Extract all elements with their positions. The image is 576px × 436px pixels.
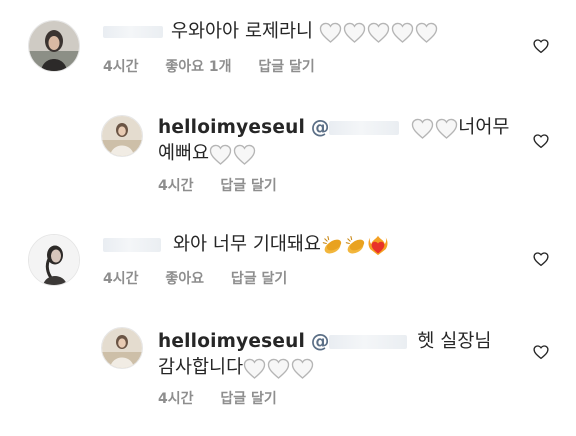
white-heart-emoji [209, 144, 232, 165]
comment-text-line: helloimyeseul @ 헷 실장님 [158, 330, 491, 354]
white-heart-emoji [291, 358, 314, 379]
comment-time: 4시간 [103, 271, 139, 287]
clapping-hands-emoji [344, 235, 367, 255]
comment-time: 4시간 [158, 178, 194, 194]
avatar[interactable] [101, 327, 143, 369]
comment-meta: 4시간 좋아요 답글 달기 [103, 270, 309, 288]
blurred-mention[interactable] [329, 335, 408, 349]
white-heart-emoji [435, 118, 458, 139]
white-heart-emoji [411, 118, 434, 139]
username[interactable]: helloimyeseul [158, 117, 305, 138]
comment-meta: 4시간 답글 달기 [158, 177, 299, 195]
comment-text-line: 와아 너무 기대돼요 [103, 233, 389, 257]
comment-text: 와아 너무 기대돼요 [173, 234, 321, 255]
likes-count[interactable]: 좋아요 1개 [165, 59, 231, 75]
comment-meta: 4시간 좋아요 1개 답글 달기 [103, 58, 337, 76]
reply-button[interactable]: 답글 달기 [220, 391, 276, 407]
blurred-mention[interactable] [329, 121, 400, 135]
reply-button[interactable]: 답글 달기 [258, 59, 314, 75]
username[interactable]: helloimyeseul [158, 331, 305, 352]
mention[interactable]: @ [311, 116, 330, 140]
comment-text-line: helloimyeseul @ 너어무 [158, 116, 509, 140]
comment-text: 헷 실장님 [417, 331, 492, 352]
avatar[interactable] [28, 20, 80, 72]
mention[interactable]: @ [311, 330, 330, 354]
white-hearts [243, 358, 314, 379]
avatar[interactable] [28, 234, 80, 286]
comment-text: 우와아아 로제라니 [171, 21, 314, 42]
white-hearts [209, 144, 256, 165]
white-heart-emoji [343, 22, 366, 43]
comment-text-line: 우와아아 로제라니 [103, 20, 438, 44]
blurred-username[interactable] [103, 26, 163, 38]
heart-outline-icon[interactable] [532, 343, 550, 361]
white-heart-emoji [415, 22, 438, 43]
heart-outline-icon[interactable] [532, 250, 550, 268]
reply-button[interactable]: 답글 달기 [231, 271, 287, 287]
white-heart-emoji [391, 22, 414, 43]
blurred-username[interactable] [103, 238, 161, 252]
comment-time: 4시간 [158, 391, 194, 407]
comment-text-continued: 예뻐요 [158, 143, 210, 164]
heart-outline-icon[interactable] [532, 37, 550, 55]
reply-button[interactable]: 답글 달기 [220, 178, 276, 194]
comment-time: 4시간 [103, 59, 139, 75]
clapping-hands-emoji [321, 235, 344, 255]
heart-outline-icon[interactable] [532, 132, 550, 150]
comment-text-line-2: 예뻐요 [158, 142, 256, 166]
white-heart-emoji [243, 358, 266, 379]
comment-text-line-2: 감사합니다 [158, 356, 314, 380]
white-hearts [411, 118, 458, 139]
white-heart-emoji [267, 358, 290, 379]
like-button[interactable]: 좋아요 [165, 271, 204, 287]
white-heart-emoji [319, 22, 342, 43]
white-hearts [319, 22, 438, 43]
comment-text: 너어무 [458, 117, 510, 138]
heart-on-fire-emoji [367, 234, 389, 256]
avatar[interactable] [101, 115, 143, 157]
white-heart-emoji [233, 144, 256, 165]
white-heart-emoji [367, 22, 390, 43]
comment-meta: 4시간 답글 달기 [158, 390, 299, 408]
comment-text-continued: 감사합니다 [158, 357, 244, 378]
